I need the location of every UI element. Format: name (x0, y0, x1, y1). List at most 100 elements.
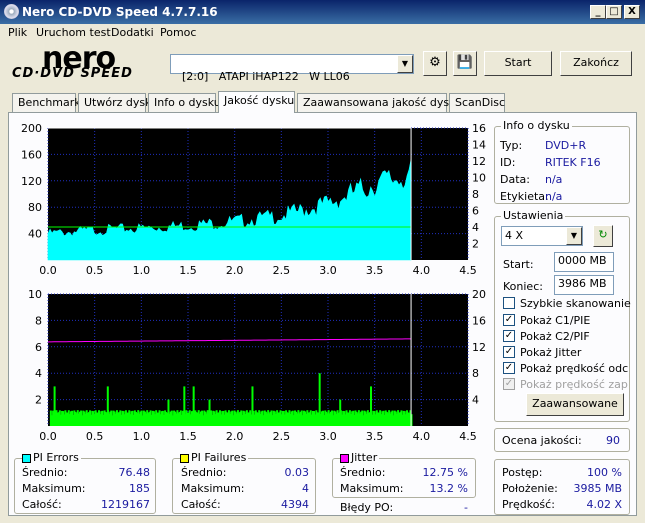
minimize-button[interactable]: _ (590, 5, 606, 19)
y-right-tick-label: 2 (472, 238, 479, 251)
y-left-tick-label: 80 (28, 201, 42, 214)
pi-errors-avg-value: 76.48 (118, 466, 151, 479)
x-tick-label: 2.0 (226, 430, 244, 443)
y-left-tick-label: 160 (21, 148, 42, 161)
disc-info-icon[interactable]: ⚙ (423, 51, 447, 76)
x-tick-label: 0.0 (39, 430, 57, 443)
menu-run-test[interactable]: Uruchom test (36, 26, 111, 39)
y-left-tick-label: 6 (35, 341, 42, 354)
pi-failures-avg-value: 0.03 (284, 466, 310, 479)
menu-extras[interactable]: Dodatki (111, 26, 154, 39)
jitter-max-label: Maksimum: (340, 482, 404, 495)
x-tick-label: 0.5 (86, 264, 104, 277)
pi-failures-total-value: 4394 (281, 498, 309, 511)
show-pie-label: Pokaż C1/PIE (520, 314, 591, 327)
tab-disc-quality[interactable]: Jakość dysku (218, 91, 295, 113)
menu-help[interactable]: Pomoc (160, 26, 196, 39)
pi-errors-max-value: 185 (129, 482, 150, 495)
disc-id-value: RITEK F16 (545, 156, 601, 169)
tab-advanced-quality[interactable]: Zaawansowana jakość dysku (297, 93, 462, 112)
jitter-max-value: 13.2 % (429, 482, 468, 495)
y-left-tick-label: 2 (35, 394, 42, 407)
chevron-down-icon[interactable]: ▼ (397, 55, 413, 73)
po-errors-label: Błędy PO: (340, 501, 394, 514)
disc-type-label: Typ: (500, 139, 523, 152)
chevron-down-icon[interactable]: ▼ (566, 227, 582, 245)
x-tick-label: 2.5 (273, 264, 291, 277)
pi-failures-max-value: 4 (302, 482, 309, 495)
tab-benchmark[interactable]: Benchmark (12, 93, 81, 112)
tab-scandisc[interactable]: ScanDisc (449, 93, 505, 112)
x-tick-label: 4.0 (413, 430, 431, 443)
start-button[interactable]: Start (484, 51, 552, 76)
quick-scan-checkbox[interactable] (503, 297, 515, 309)
y-right-tick-label: 16 (472, 122, 486, 135)
y-right-tick-label: 14 (472, 139, 486, 152)
x-tick-label: 3.5 (366, 264, 384, 277)
window-title: Nero CD-DVD Speed 4.7.7.16 (22, 5, 218, 19)
pi-failures-color-swatch (180, 454, 189, 463)
speed-select-value: 4 X (505, 229, 524, 242)
pi-failure-peak-bar (183, 386, 186, 426)
y-left-tick-label: 200 (21, 122, 42, 135)
y-left-tick-label: 10 (28, 288, 42, 301)
drive-select[interactable]: [2:0] ATAPI iHAP122 W LL06 ▼ (170, 54, 414, 83)
x-tick-label: 4.5 (459, 430, 477, 443)
po-errors-value: - (464, 501, 468, 514)
y-right-tick-label: 12 (472, 341, 486, 354)
speed-select[interactable]: 4 X ▼ (501, 226, 583, 246)
x-tick-label: 2.5 (273, 430, 291, 443)
save-icon[interactable]: 💾 (453, 51, 477, 76)
pi-errors-color-swatch (22, 454, 31, 463)
cd-dvd-speed-logo: CD·DVD SPEED (12, 66, 133, 81)
show-jitter-checkbox[interactable]: ✓ (503, 346, 515, 358)
jitter-color-swatch (340, 454, 349, 463)
disc-label-label: Etykieta: (500, 190, 549, 203)
pi-failure-peak-bar (339, 399, 342, 426)
drive-select-value: [2:0] ATAPI iHAP122 W LL06 (182, 70, 350, 83)
y-right-tick-label: 6 (472, 205, 479, 218)
start-label: Start: (503, 258, 534, 271)
pi-failure-peak-bar (251, 386, 254, 426)
show-pif-checkbox[interactable]: ✓ (503, 330, 515, 342)
y-right-tick-label: 20 (472, 288, 486, 301)
tab-disc-info[interactable]: Info o dysku (148, 93, 221, 112)
y-right-tick-label: 8 (472, 188, 479, 201)
plot-area (48, 294, 468, 426)
disc-date-label: Data: (500, 173, 530, 186)
pi-errors-total-value: 1219167 (101, 498, 150, 511)
position-value: 3985 MB (573, 482, 622, 495)
maximize-button[interactable]: □ (606, 5, 622, 19)
pi-errors-total-label: Całość: (22, 498, 62, 511)
pi-failure-peak-bar (318, 373, 321, 426)
x-tick-label: 1.5 (179, 430, 197, 443)
refresh-icon[interactable]: ↻ (593, 225, 613, 247)
end-input[interactable]: 3986 MB (554, 275, 614, 295)
progress-label: Postęp: (502, 466, 543, 479)
y-left-tick-label: 4 (35, 367, 42, 380)
pi-failures-avg-label: Średnio: (181, 466, 227, 479)
show-pif-label: Pokaż C2/PIF (520, 330, 590, 343)
pi-errors-avg-label: Średnio: (22, 466, 68, 479)
x-tick-label: 0.0 (39, 264, 57, 277)
y-right-tick-label: 8 (472, 367, 479, 380)
menu-file[interactable]: Plik (8, 26, 27, 39)
speed-value: 4.02 X (586, 498, 622, 511)
disc-date-value: n/a (545, 173, 563, 186)
disc-type-value: DVD+R (545, 139, 587, 152)
stop-button[interactable]: Zakończ (560, 51, 632, 76)
jitter-title: Jitter (349, 451, 380, 464)
tab-create-disc[interactable]: Utwórz dysk (78, 93, 151, 112)
show-read-speed-checkbox[interactable]: ✓ (503, 362, 515, 374)
y-right-tick-label: 4 (472, 394, 479, 407)
start-input[interactable]: 0000 MB (554, 252, 614, 272)
quick-scan-label: Szybkie skanowanie (520, 297, 631, 310)
advanced-button[interactable]: Zaawansowane (526, 393, 624, 416)
show-pie-checkbox[interactable]: ✓ (503, 314, 515, 326)
pi-errors-title: PI Errors (31, 451, 81, 464)
close-button[interactable]: X (624, 5, 640, 19)
pi-failure-peak-bar (208, 399, 211, 426)
title-bar: Nero CD-DVD Speed 4.7.7.16 _ □ X (0, 0, 645, 24)
show-read-speed-label: Pokaż prędkość odczy (520, 362, 628, 375)
progress-value: 100 % (587, 466, 622, 479)
